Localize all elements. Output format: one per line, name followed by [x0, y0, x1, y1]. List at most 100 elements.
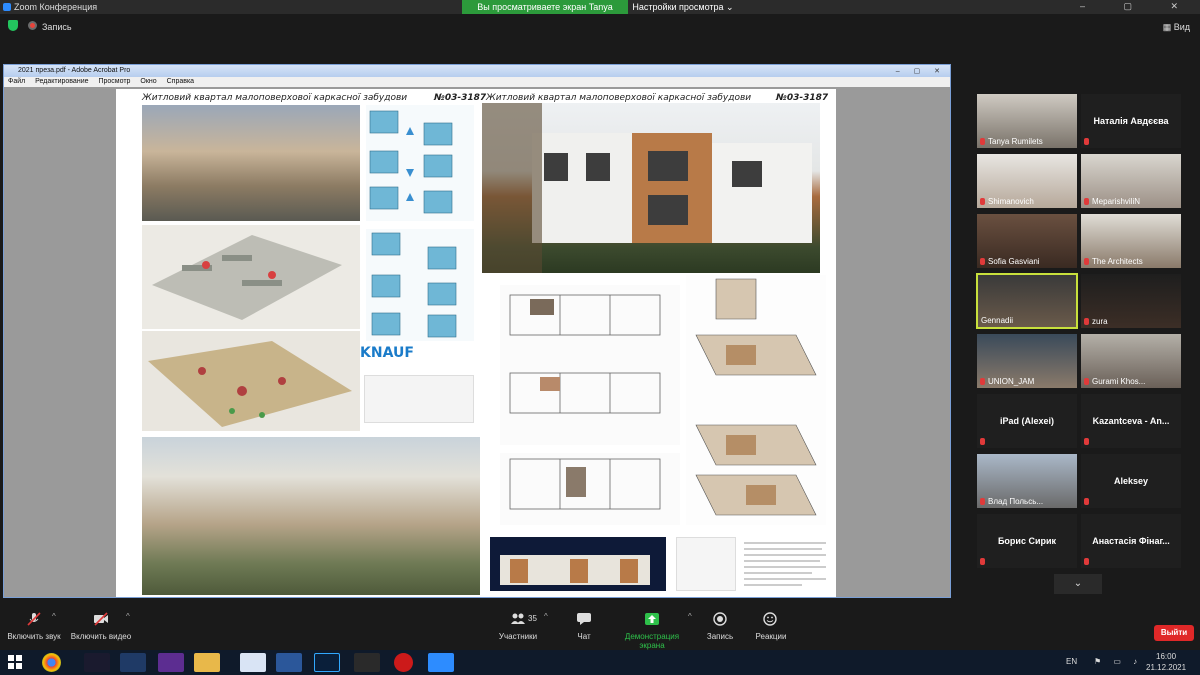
- audio-options-caret[interactable]: ^: [52, 612, 56, 621]
- leave-meeting-button[interactable]: Выйти: [1154, 625, 1194, 641]
- word-icon[interactable]: [276, 653, 302, 672]
- system-tray-icons[interactable]: ⚑ ▭ ♪: [1094, 657, 1142, 666]
- participant-name-text: Gennadii: [981, 316, 1014, 325]
- visual-studio-icon[interactable]: [158, 653, 184, 672]
- participant-tile[interactable]: Наталія Авдєєва: [1080, 93, 1182, 149]
- chat-icon: [577, 613, 591, 625]
- participant-tile[interactable]: Gennadii: [976, 273, 1078, 329]
- chrome-icon[interactable]: [42, 653, 61, 672]
- record-button[interactable]: Запись: [704, 612, 736, 641]
- participant-name: Gennadii: [981, 316, 1013, 325]
- participant-tile[interactable]: Aleksey: [1080, 453, 1182, 509]
- muted-mic-icon: [980, 378, 985, 386]
- participant-name-text: zura: [1092, 317, 1108, 326]
- participant-status: [980, 437, 988, 446]
- muted-mic-icon: [27, 612, 41, 626]
- muted-mic-icon: [980, 498, 985, 506]
- opera-icon[interactable]: [394, 653, 413, 672]
- participant-tile[interactable]: Gurami Khos...: [1080, 333, 1182, 389]
- participant-name-text: Aleksey: [1113, 476, 1149, 486]
- axonometric-diagram: [686, 275, 826, 525]
- participant-name: The Architects: [1084, 257, 1143, 266]
- start-video-label: Включить видео: [70, 632, 132, 641]
- app-icon-eye[interactable]: [354, 653, 380, 672]
- share-screen-button[interactable]: Демонстрация экрана: [612, 612, 692, 650]
- recording-bar: Запись ▦ Вид: [0, 14, 1200, 38]
- participant-tile[interactable]: iPad (Alexei): [976, 393, 1078, 449]
- acrobat-menu: Файл Редактирование Просмотр Окно Справк…: [4, 77, 950, 87]
- participants-label: Участники: [498, 632, 538, 641]
- poster-document: Житловий квартал малоповерхової каркасно…: [116, 89, 836, 597]
- participant-tile[interactable]: Shimanovich: [976, 153, 1078, 209]
- view-options-button[interactable]: Настройки просмотра ⌄: [628, 0, 738, 14]
- clock-date[interactable]: 21.12.2021: [1146, 663, 1186, 672]
- zoom-taskbar-icon[interactable]: [428, 653, 454, 672]
- document-app-icon[interactable]: [240, 653, 266, 672]
- acrobat-title: 2021 преза.pdf - Adobe Acrobat Pro: [18, 67, 131, 74]
- acrobat-window-controls[interactable]: – ▢ ✕: [896, 66, 946, 78]
- participant-tile[interactable]: Анастасія Фінаг...: [1080, 513, 1182, 569]
- participants-count: 35: [528, 614, 537, 623]
- file-explorer-icon[interactable]: [194, 653, 220, 672]
- menu-window[interactable]: Окно: [140, 78, 156, 85]
- muted-mic-icon: [980, 198, 985, 206]
- participant-name: Tanya Rumilets: [980, 137, 1043, 146]
- record-icon: [713, 612, 727, 626]
- menu-view[interactable]: Просмотр: [98, 78, 130, 85]
- muted-mic-icon: [980, 438, 985, 446]
- participant-status: [980, 557, 988, 566]
- participant-tile[interactable]: Влад Польсь...: [976, 453, 1078, 509]
- share-options-caret[interactable]: ^: [688, 612, 692, 621]
- chat-button[interactable]: Чат: [570, 612, 598, 641]
- floor-plans: [500, 285, 680, 445]
- poster-right-number: №03-3187: [776, 93, 829, 103]
- menu-edit[interactable]: Редактирование: [35, 78, 88, 85]
- participant-name-text: Наталія Авдєєва: [1093, 116, 1169, 126]
- participant-tile[interactable]: MeparishviliN: [1080, 153, 1182, 209]
- render-facade-image: [482, 103, 820, 273]
- app-icon-2[interactable]: [120, 653, 146, 672]
- start-video-button[interactable]: Включить видео: [70, 612, 132, 641]
- participant-tile[interactable]: zura: [1080, 273, 1182, 329]
- record-indicator-icon: [28, 21, 37, 30]
- participant-tile[interactable]: The Architects: [1080, 213, 1182, 269]
- video-options-caret[interactable]: ^: [126, 612, 130, 621]
- muted-mic-icon: [1084, 378, 1089, 386]
- unmute-label: Включить звук: [7, 632, 61, 641]
- windows-start-icon[interactable]: [8, 655, 22, 669]
- menu-help[interactable]: Справка: [167, 78, 194, 85]
- muted-mic-icon: [1084, 498, 1089, 506]
- participant-tile[interactable]: Tanya Rumilets: [976, 93, 1078, 149]
- muted-mic-icon: [1084, 438, 1089, 446]
- participant-tile[interactable]: Борис Сирик: [976, 513, 1078, 569]
- participant-name: MeparishviliN: [1084, 197, 1140, 206]
- muted-mic-icon: [1084, 138, 1089, 146]
- shield-icon[interactable]: [8, 20, 18, 31]
- view-button-label: Вид: [1173, 22, 1190, 32]
- participants-options-caret[interactable]: ^: [544, 612, 548, 621]
- poster-left-title: Житловий квартал малоповерхової каркасно…: [142, 93, 408, 103]
- participant-status: [1084, 557, 1092, 566]
- sharing-banner: Вы просматриваете экран Tanya Rumilets: [462, 0, 628, 26]
- render-aerial-image: [142, 437, 480, 595]
- clock-time[interactable]: 16:00: [1156, 652, 1176, 661]
- elevation-render: [490, 537, 666, 591]
- participant-tile[interactable]: Sofia Gasviani: [976, 213, 1078, 269]
- app-icon-1[interactable]: [84, 653, 110, 672]
- recording-label: Запись: [42, 22, 72, 32]
- participant-tile[interactable]: UNION_JAM: [976, 333, 1078, 389]
- photoshop-icon[interactable]: [314, 653, 340, 672]
- poster-left-number: №03-3187: [434, 93, 487, 103]
- section-drawing: [676, 537, 736, 591]
- menu-file[interactable]: Файл: [8, 78, 25, 85]
- window-controls[interactable]: – ▢ ✕: [1080, 1, 1196, 12]
- language-indicator[interactable]: EN: [1066, 657, 1077, 666]
- more-participants-button[interactable]: ⌄: [1054, 574, 1102, 594]
- participant-name: Shimanovich: [980, 197, 1034, 206]
- video-off-icon: [94, 612, 108, 626]
- participant-tile[interactable]: Kazantceva - An...: [1080, 393, 1182, 449]
- view-button[interactable]: ▦ Вид: [1163, 22, 1190, 33]
- notes-text-block: [742, 537, 828, 591]
- reactions-button[interactable]: Реакции: [754, 612, 788, 641]
- acrobat-titlebar: 2021 преза.pdf - Adobe Acrobat Pro – ▢ ✕: [4, 65, 950, 77]
